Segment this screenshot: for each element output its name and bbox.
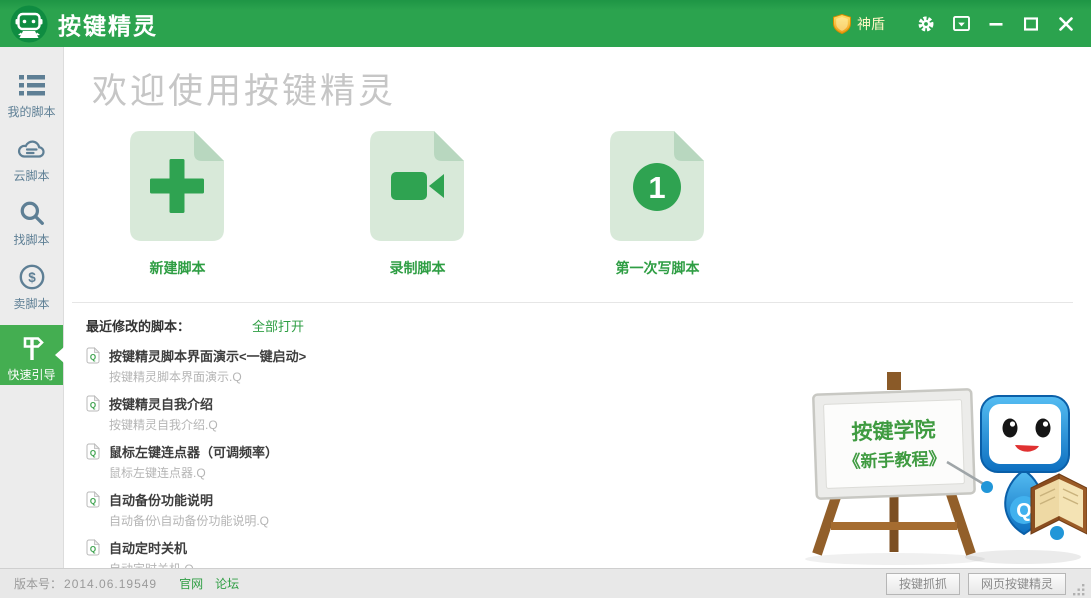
sidebar-item-find-scripts[interactable]: 找脚本 <box>0 197 63 261</box>
tray-icon[interactable] <box>946 9 976 39</box>
close-icon[interactable] <box>1051 9 1081 39</box>
script-file-icon: Q <box>86 347 100 364</box>
sidebar-item-sell-scripts[interactable]: $ 卖脚本 <box>0 261 63 325</box>
resize-grip[interactable] <box>1072 583 1085 596</box>
script-title: 按键精灵脚本界面演示<一键启动> <box>109 346 306 365</box>
titlebar: 按键精灵 神盾 <box>0 0 1091 47</box>
sidebar-item-label: 我的脚本 <box>0 103 63 120</box>
shield-label: 神盾 <box>857 14 885 34</box>
version-value: 2014.06.19549 <box>64 577 157 591</box>
shield-icon <box>833 14 851 34</box>
script-file-icon: Q <box>86 443 100 460</box>
sidebar: 我的脚本 云脚本 找脚本 <box>0 47 64 568</box>
app-window: 按键精灵 神盾 <box>0 0 1091 598</box>
forum-link[interactable]: 论坛 <box>215 575 239 592</box>
svg-text:Q: Q <box>90 497 96 506</box>
search-icon <box>0 197 63 229</box>
first-script-document-icon: 1 <box>610 131 705 241</box>
sidebar-item-my-scripts[interactable]: 我的脚本 <box>0 69 63 133</box>
settings-gear-icon[interactable] <box>911 9 941 39</box>
script-file-icon: Q <box>86 491 100 508</box>
script-title: 鼠标左键连点器（可调频率） <box>109 442 278 461</box>
titlebar-controls: 神盾 <box>833 9 1091 39</box>
action-label: 录制脚本 <box>370 258 465 278</box>
sidebar-item-label: 快速引导 <box>0 366 63 383</box>
script-title: 按键精灵自我介绍 <box>109 394 218 413</box>
first-script-button[interactable]: 1 第一次写脚本 <box>610 131 705 278</box>
script-filename: 按键精灵自我介绍.Q <box>109 416 218 433</box>
board-line1: 按键学院 <box>851 418 936 445</box>
record-camera-document-icon <box>370 131 465 241</box>
svg-text:Q: Q <box>90 449 96 458</box>
web-anjian-button[interactable]: 网页按键精灵 <box>968 573 1066 595</box>
robot-q-letter: Q <box>1016 500 1032 522</box>
main-content: 欢迎使用按键精灵 新建脚本 录制脚本 <box>64 47 1091 568</box>
official-site-link[interactable]: 官网 <box>179 575 203 592</box>
shield-badge[interactable]: 神盾 <box>833 14 885 34</box>
cloud-icon <box>0 133 63 165</box>
board-line2: 《新手教程》 <box>843 448 946 472</box>
coin-icon: $ <box>0 261 63 293</box>
welcome-title: 欢迎使用按键精灵 <box>92 63 1091 114</box>
svg-text:Q: Q <box>90 545 96 554</box>
statusbar: 版本号： 2014.06.19549 官网 论坛 按键抓抓 网页按键精灵 <box>0 568 1091 598</box>
sidebar-item-quick-guide[interactable]: 快速引导 <box>0 325 63 385</box>
svg-text:Q: Q <box>90 401 96 410</box>
signpost-icon <box>0 332 63 364</box>
maximize-icon[interactable] <box>1016 9 1046 39</box>
script-title: 自动定时关机 <box>109 538 194 557</box>
key-capture-button[interactable]: 按键抓抓 <box>886 573 960 595</box>
badge-one: 1 <box>648 170 665 205</box>
script-filename: 按键精灵脚本界面演示.Q <box>109 368 306 385</box>
recent-scripts-header: 最近修改的脚本： <box>86 316 190 335</box>
svg-text:Q: Q <box>90 353 96 362</box>
sidebar-item-label: 找脚本 <box>0 231 63 248</box>
script-file-icon: Q <box>86 539 100 556</box>
app-title: 按键精灵 <box>58 7 158 41</box>
sidebar-item-cloud-scripts[interactable]: 云脚本 <box>0 133 63 197</box>
list-icon <box>0 69 63 101</box>
sidebar-item-label: 云脚本 <box>0 167 63 184</box>
script-filename: 鼠标左键连点器.Q <box>109 464 278 481</box>
script-title: 自动备份功能说明 <box>109 490 269 509</box>
script-filename: 自动备份\自动备份功能说明.Q <box>109 512 269 529</box>
action-label: 新建脚本 <box>130 258 225 278</box>
new-script-document-icon <box>130 131 225 241</box>
open-all-link[interactable]: 全部打开 <box>252 316 304 335</box>
dollar-glyph: $ <box>28 270 36 285</box>
mascot-illustration: 按键学院 《新手教程》 Q <box>795 370 1087 566</box>
quick-actions: 新建脚本 录制脚本 1 第一次写脚本 <box>130 131 1091 278</box>
version-label: 版本号： <box>14 575 62 592</box>
script-file-icon: Q <box>86 395 100 412</box>
action-label: 第一次写脚本 <box>610 258 705 278</box>
new-script-button[interactable]: 新建脚本 <box>130 131 225 278</box>
book <box>1031 474 1087 540</box>
minimize-icon[interactable] <box>981 9 1011 39</box>
app-logo-icon <box>10 5 48 43</box>
record-script-button[interactable]: 录制脚本 <box>370 131 465 278</box>
sidebar-item-label: 卖脚本 <box>0 295 63 312</box>
